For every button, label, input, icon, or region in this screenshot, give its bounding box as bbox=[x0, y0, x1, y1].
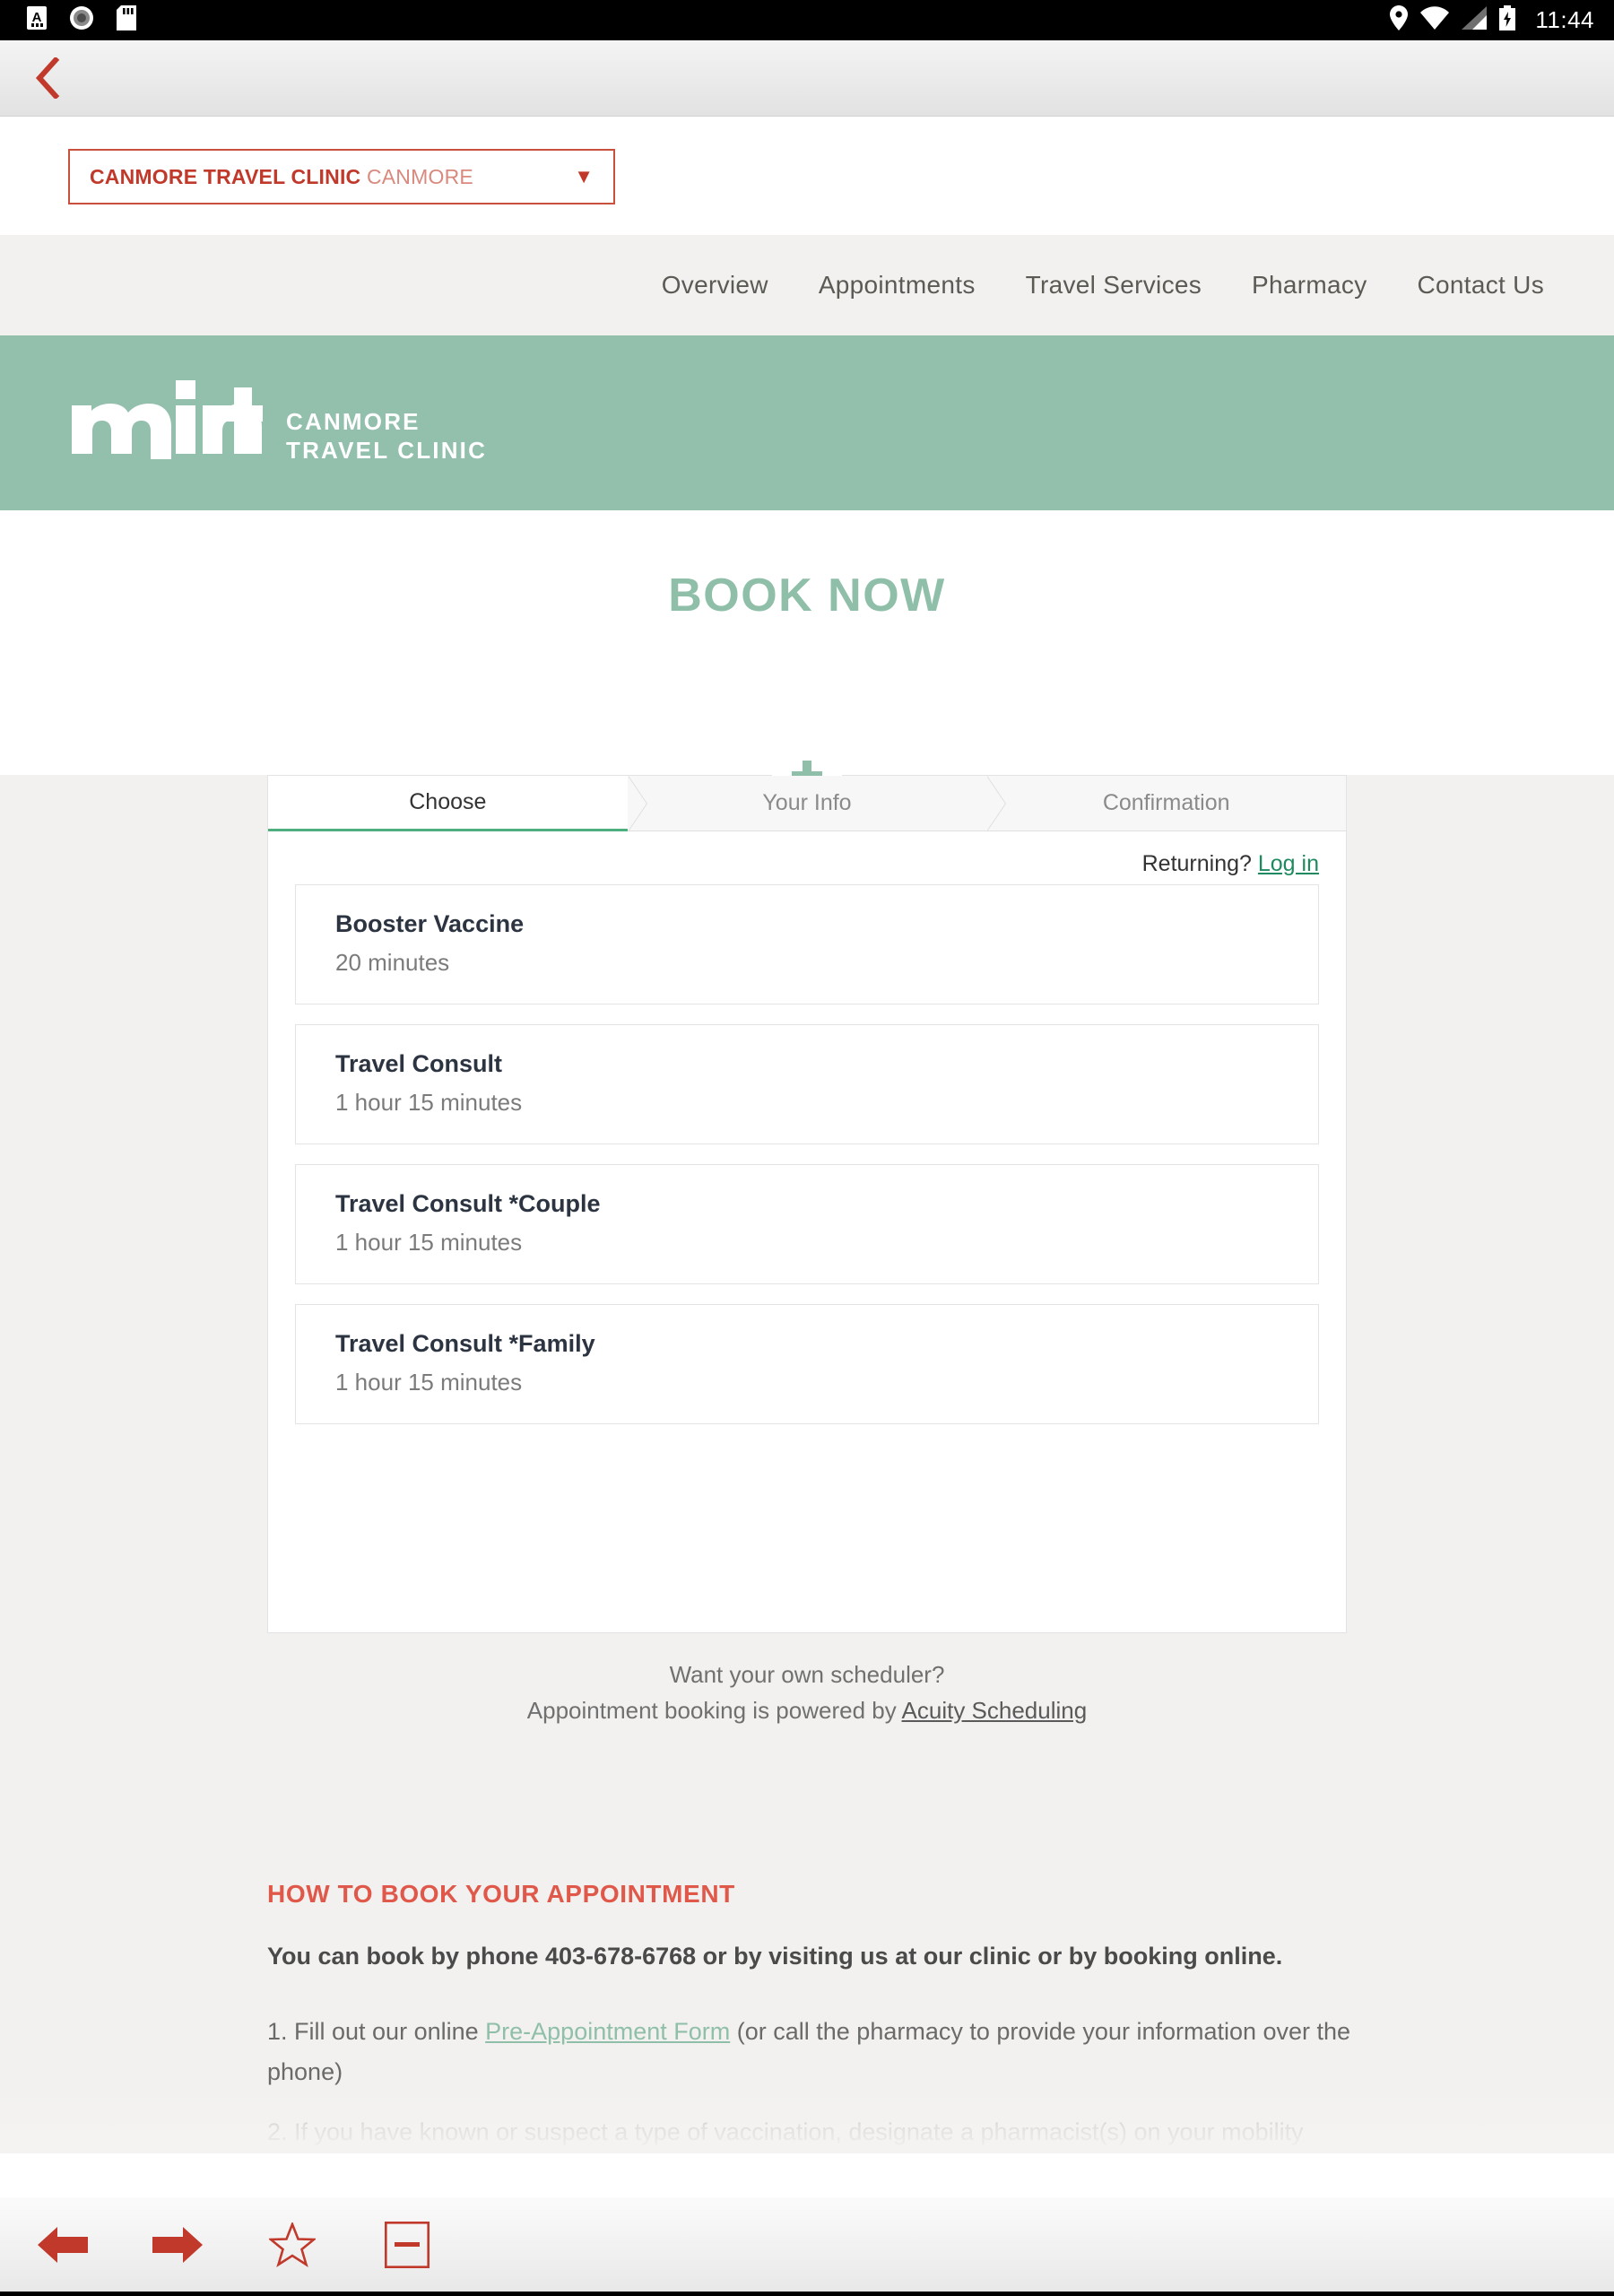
scheduler-tabs: Choose Your Info Confirmation bbox=[268, 776, 1347, 831]
back-chevron-icon[interactable] bbox=[23, 54, 72, 102]
returning-user-row: Returning? Log in bbox=[268, 831, 1346, 881]
appointment-name: Travel Consult bbox=[335, 1050, 503, 1077]
appointment-card-travel-consult-couple[interactable]: Travel Consult *Couple 1 hour 15 minutes bbox=[295, 1164, 1319, 1284]
status-bar-left-icons: A bbox=[27, 5, 136, 35]
page-body: Choose Your Info Confirmation Returning?… bbox=[0, 741, 1614, 2153]
acuity-scheduling-link[interactable]: Acuity Scheduling bbox=[902, 1697, 1088, 1724]
wifi-icon bbox=[1420, 6, 1450, 34]
appointment-card-booster-vaccine[interactable]: Booster Vaccine 20 minutes bbox=[295, 884, 1319, 1004]
status-bar-clock: 11:44 bbox=[1535, 6, 1594, 33]
powered-by-prefix: Appointment booking is powered by bbox=[526, 1697, 902, 1725]
sd-card-icon bbox=[117, 5, 136, 35]
tab-divider-arrow-1 bbox=[627, 776, 646, 831]
clinic-name-bold: CANMORE TRAVEL CLINIC bbox=[90, 164, 361, 188]
tab-divider-arrow-2 bbox=[986, 776, 1006, 831]
how-to-book-step-2: 2. If you have known or suspect a type o… bbox=[267, 2118, 1304, 2146]
android-nav-bar bbox=[0, 2292, 1614, 2296]
clinic-name-light: CANMORE bbox=[366, 164, 473, 188]
clinic-selector-label: CANMORE TRAVEL CLINIC CANMORE bbox=[90, 165, 473, 189]
appointment-card-travel-consult-family[interactable]: Travel Consult *Family 1 hour 15 minutes bbox=[295, 1304, 1319, 1424]
powered-by-line1: Want your own scheduler? bbox=[669, 1661, 945, 1688]
tab-count-icon[interactable] bbox=[375, 2213, 439, 2277]
tab-your-info[interactable]: Your Info bbox=[627, 776, 1007, 831]
appointment-name: Travel Consult *Family bbox=[335, 1330, 595, 1357]
appointment-type-list: Booster Vaccine 20 minutes Travel Consul… bbox=[268, 881, 1346, 1632]
status-bar-right-icons: 11:44 bbox=[1390, 5, 1594, 35]
scheduler-widget: Choose Your Info Confirmation Returning?… bbox=[267, 775, 1347, 1633]
clinic-selector-row: CANMORE TRAVEL CLINIC CANMORE ▼ bbox=[0, 117, 1614, 235]
location-pin-icon bbox=[1390, 5, 1409, 35]
tab-choose[interactable]: Choose bbox=[268, 776, 647, 831]
record-dot-icon bbox=[70, 6, 93, 34]
how-to-book-title: HOW TO BOOK YOUR APPOINTMENT bbox=[267, 1879, 735, 1908]
clinic-selector[interactable]: CANMORE TRAVEL CLINIC CANMORE ▼ bbox=[68, 149, 615, 204]
appointment-duration: 20 minutes bbox=[335, 949, 450, 976]
powered-by-block: Want your own scheduler? Appointment boo… bbox=[0, 1657, 1614, 1729]
book-now-hero: BOOK NOW bbox=[0, 510, 1614, 681]
forward-arrow-icon[interactable] bbox=[145, 2213, 210, 2277]
appointment-card-travel-consult[interactable]: Travel Consult 1 hour 15 minutes bbox=[295, 1024, 1319, 1144]
mint-wordmark bbox=[70, 375, 265, 470]
page-title: BOOK NOW bbox=[668, 570, 946, 622]
powered-by-line2: Appointment booking is powered by Acuity… bbox=[0, 1692, 1614, 1728]
appointment-name: Booster Vaccine bbox=[335, 910, 525, 937]
nav-item-overview[interactable]: Overview bbox=[662, 271, 768, 300]
mint-logo[interactable]: CANMORE TRAVEL CLINIC bbox=[70, 375, 487, 470]
nav-item-pharmacy[interactable]: Pharmacy bbox=[1252, 271, 1367, 300]
returning-label: Returning? bbox=[1141, 851, 1252, 876]
step-1-prefix: 1. Fill out our online bbox=[267, 2017, 486, 2045]
how-to-book-section: HOW TO BOOK YOUR APPOINTMENT You can boo… bbox=[0, 1729, 1614, 2153]
how-to-book-lead: You can book by phone 403-678-6768 or by… bbox=[267, 1942, 1283, 1970]
scheduler-empty-space bbox=[295, 1444, 1319, 1596]
battery-charging-icon bbox=[1499, 5, 1516, 35]
mint-logo-line1: CANMORE bbox=[286, 408, 421, 436]
tab-choose-label: Choose bbox=[409, 789, 487, 814]
signal-icon bbox=[1462, 6, 1488, 34]
tab-confirmation[interactable]: Confirmation bbox=[986, 776, 1347, 831]
star-icon[interactable] bbox=[260, 2213, 325, 2277]
brand-banner: CANMORE TRAVEL CLINIC bbox=[0, 335, 1614, 510]
site-navigation: Overview Appointments Travel Services Ph… bbox=[0, 235, 1614, 335]
tab-confirmation-label: Confirmation bbox=[1102, 790, 1230, 815]
alarm-a-icon: A bbox=[27, 6, 47, 34]
pre-appointment-form-link[interactable]: Pre-Appointment Form bbox=[485, 2018, 730, 2045]
tab-your-info-label: Your Info bbox=[762, 790, 852, 815]
mint-logo-line2: TRAVEL CLINIC bbox=[286, 436, 488, 464]
nav-item-appointments[interactable]: Appointments bbox=[819, 271, 976, 300]
login-link[interactable]: Log in bbox=[1258, 851, 1319, 876]
nav-item-travel-services[interactable]: Travel Services bbox=[1026, 271, 1202, 300]
appointment-duration: 1 hour 15 minutes bbox=[335, 1229, 523, 1256]
browser-top-bar bbox=[0, 40, 1614, 117]
nav-item-contact-us[interactable]: Contact Us bbox=[1418, 271, 1545, 300]
browser-bottom-toolbar bbox=[0, 2197, 1614, 2292]
appointment-duration: 1 hour 15 minutes bbox=[335, 1369, 523, 1396]
android-status-bar: A 11:44 bbox=[0, 0, 1614, 40]
back-arrow-icon[interactable] bbox=[30, 2213, 95, 2277]
web-page: CANMORE TRAVEL CLINIC CANMORE ▼ Overview… bbox=[0, 117, 1614, 2197]
appointment-name: Travel Consult *Couple bbox=[335, 1190, 601, 1217]
chevron-down-icon[interactable]: ▼ bbox=[574, 167, 594, 187]
appointment-duration: 1 hour 15 minutes bbox=[335, 1089, 523, 1116]
how-to-book-step-1: 1. Fill out our online Pre-Appointment F… bbox=[267, 2012, 1354, 2093]
mint-logo-subtitle: CANMORE TRAVEL CLINIC bbox=[286, 408, 487, 470]
svg-text:A: A bbox=[32, 10, 42, 25]
